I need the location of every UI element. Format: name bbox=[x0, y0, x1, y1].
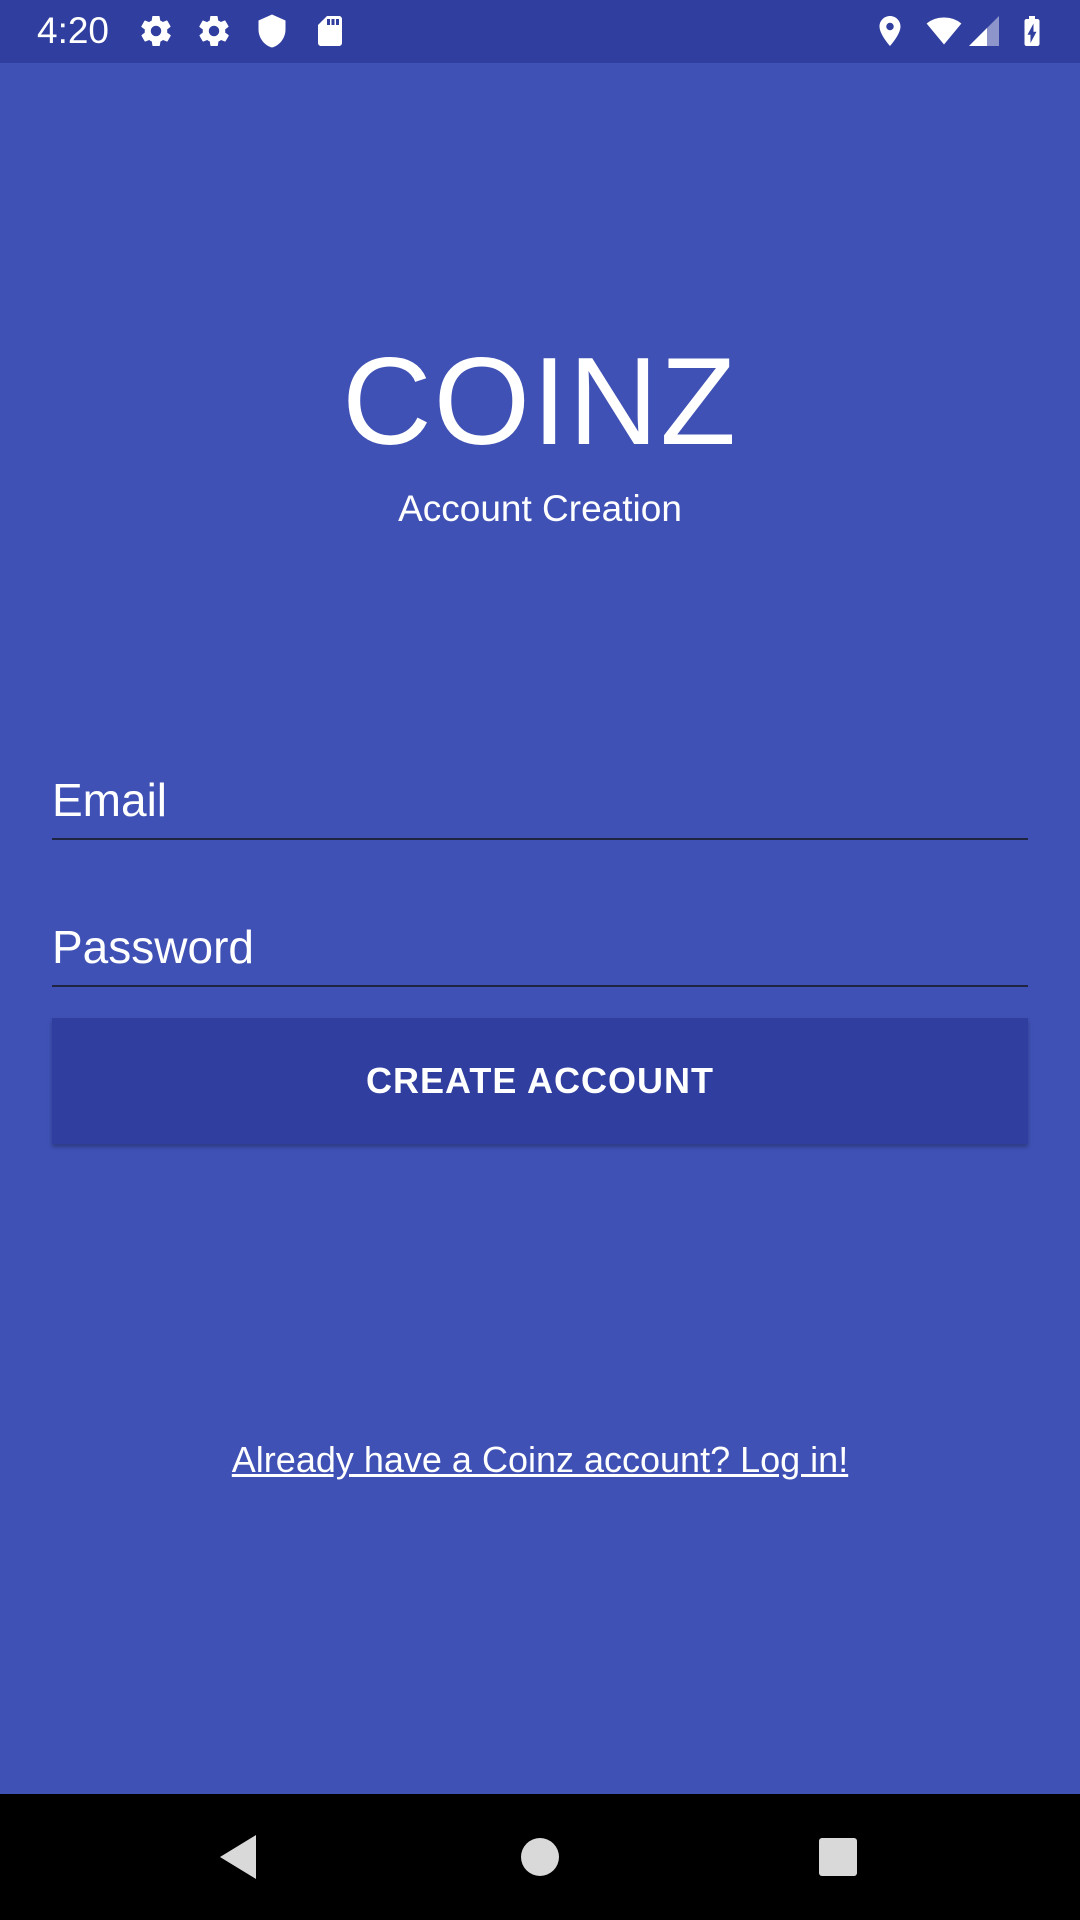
password-field[interactable]: Password bbox=[52, 919, 1028, 987]
status-bar: 4:20 bbox=[0, 0, 1080, 63]
page-subtitle: Account Creation bbox=[398, 488, 682, 529]
password-placeholder: Password bbox=[52, 921, 254, 973]
settings-icon bbox=[138, 13, 174, 49]
signal-icon bbox=[966, 13, 1002, 49]
create-account-button[interactable]: CREATE ACCOUNT bbox=[52, 1018, 1028, 1144]
navigation-bar bbox=[0, 1794, 1080, 1920]
recents-icon[interactable] bbox=[813, 1832, 863, 1882]
app-title: COINZ bbox=[342, 333, 738, 471]
home-icon[interactable] bbox=[515, 1832, 565, 1882]
account-creation-screen: 4:20 COINZ Account Creation Email Passwo… bbox=[0, 0, 1080, 1920]
email-placeholder: Email bbox=[52, 774, 168, 826]
shield-icon bbox=[254, 13, 290, 49]
sd-card-icon bbox=[312, 13, 348, 49]
status-time: 4:20 bbox=[37, 10, 110, 51]
settings-icon bbox=[196, 13, 232, 49]
login-link[interactable]: Already have a Coinz account? Log in! bbox=[0, 1434, 1080, 1486]
wifi-icon bbox=[924, 13, 964, 49]
battery-charging-icon bbox=[1014, 13, 1050, 49]
location-icon bbox=[872, 13, 908, 49]
back-icon[interactable] bbox=[213, 1832, 263, 1882]
email-field[interactable]: Email bbox=[52, 772, 1028, 840]
